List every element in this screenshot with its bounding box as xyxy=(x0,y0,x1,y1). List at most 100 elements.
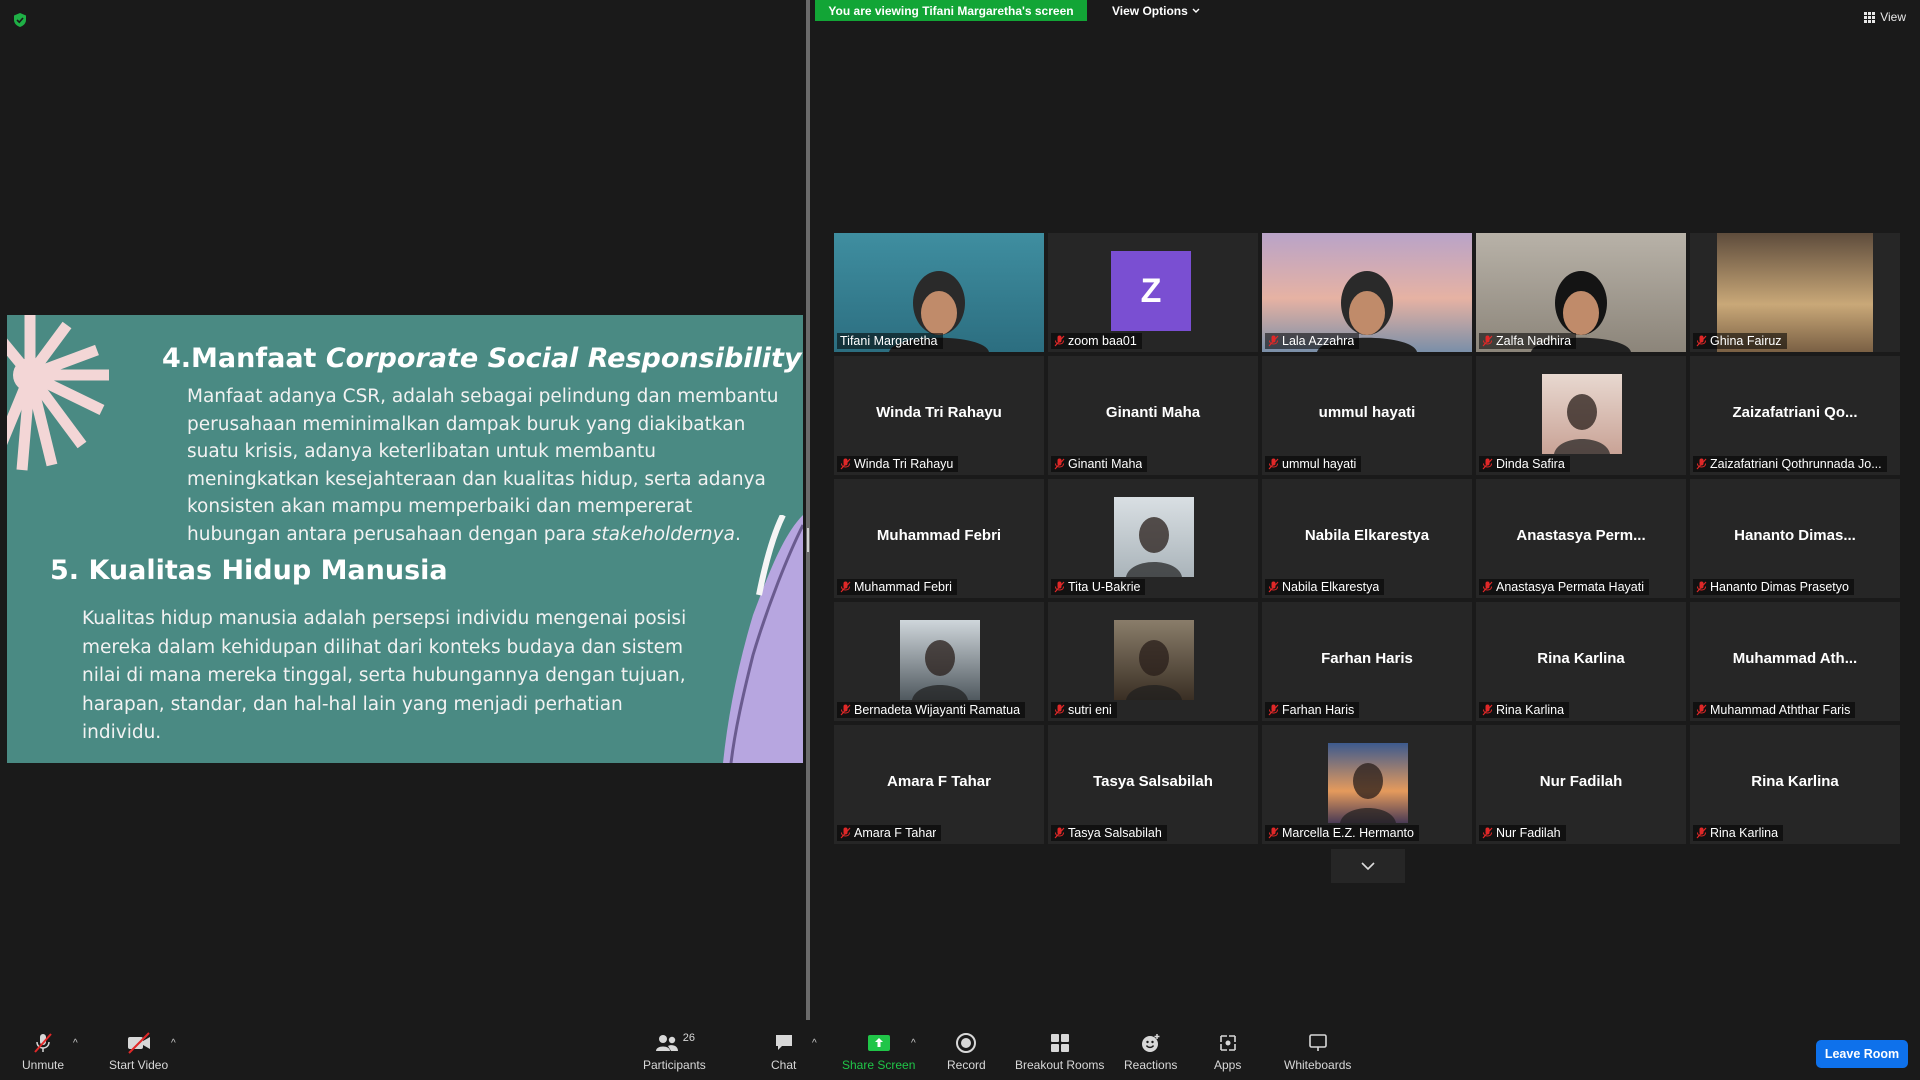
view-layout-button[interactable]: View xyxy=(1864,10,1906,24)
participants-count: 26 xyxy=(682,1032,695,1044)
participants-label: Participants xyxy=(643,1058,706,1072)
participant-tile[interactable]: Zalfa Nadhira xyxy=(1476,233,1686,352)
participant-tile[interactable]: Zaizafatriani Qo... Zaizafatriani Qothrun… xyxy=(1690,356,1900,475)
participant-display-name: Nur Fadilah xyxy=(1539,773,1623,790)
participant-tile[interactable]: Farhan Haris Farhan Haris xyxy=(1262,602,1472,721)
participant-name-text: Ginanti Maha xyxy=(1068,457,1143,471)
avatar: Z xyxy=(1111,251,1191,331)
microphone-muted-icon xyxy=(1696,827,1707,839)
participant-name-text: Marcella E.Z. Hermanto xyxy=(1282,826,1414,840)
microphone-muted-icon xyxy=(1482,581,1493,593)
participant-display-name: ummul hayati xyxy=(1318,404,1416,421)
participant-name-label: Winda Tri Rahayu xyxy=(837,456,959,472)
share-screen-label: Share Screen xyxy=(842,1058,916,1072)
participant-tile[interactable]: Tasya Salsabilah Tasya Salsabilah xyxy=(1048,725,1258,844)
participant-tile[interactable]: Ginanti Maha Ginanti Maha xyxy=(1048,356,1258,475)
participant-tile[interactable]: Rina Karlina Rina Karlina xyxy=(1690,725,1900,844)
microphone-muted-icon xyxy=(1054,827,1065,839)
participant-tile[interactable]: Rina Karlina Rina Karlina xyxy=(1476,602,1686,721)
chat-label: Chat xyxy=(771,1058,797,1072)
participant-tile[interactable]: Zzoom baa01 xyxy=(1048,233,1258,352)
microphone-muted-icon xyxy=(1268,458,1279,470)
microphone-muted-icon xyxy=(840,827,851,839)
split-divider[interactable] xyxy=(806,0,810,1020)
participant-name-text: Tasya Salsabilah xyxy=(1068,826,1162,840)
view-options-button[interactable]: View Options xyxy=(1100,0,1212,21)
participant-display-name: Anastasya Perm... xyxy=(1516,527,1646,544)
start-video-button[interactable]: Start Video xyxy=(109,1032,168,1072)
participant-name-text: Amara F Tahar xyxy=(854,826,937,840)
participant-name-text: Tifani Margaretha xyxy=(840,334,938,348)
participant-tile[interactable]: Tita U-Bakrie xyxy=(1048,479,1258,598)
participant-tile[interactable]: Anastasya Perm... Anastasya Permata Hayat… xyxy=(1476,479,1686,598)
participant-display-name: Farhan Haris xyxy=(1321,650,1413,667)
microphone-muted-icon xyxy=(1482,335,1493,347)
participant-name-text: Winda Tri Rahayu xyxy=(854,457,954,471)
gallery-next-page-button[interactable] xyxy=(1331,849,1405,883)
participants-button[interactable]: 26 Participants xyxy=(643,1032,706,1072)
whiteboard-icon xyxy=(1308,1034,1327,1051)
microphone-muted-icon xyxy=(840,581,851,593)
participant-gallery: Tifani Margaretha Zzoom baa01 Lala Azzahra… xyxy=(834,233,1900,844)
participant-tile[interactable]: Dinda Safira xyxy=(1476,356,1686,475)
participant-tile[interactable]: Tifani Margaretha xyxy=(834,233,1044,352)
record-button[interactable]: Record xyxy=(947,1032,986,1072)
start-video-label: Start Video xyxy=(109,1058,169,1072)
unmute-button[interactable]: Unmute xyxy=(22,1032,64,1072)
participant-tile[interactable]: Muhammad Febri Muhammad Febri xyxy=(834,479,1044,598)
participant-tile[interactable]: Ghina Fairuz xyxy=(1690,233,1900,352)
participant-name-text: Zaizafatriani Qothrunnada Jo... xyxy=(1710,457,1882,471)
leave-room-button[interactable]: Leave Room xyxy=(1816,1040,1908,1068)
view-options-label: View Options xyxy=(1112,3,1188,18)
chat-bubble-icon xyxy=(775,1035,792,1050)
participant-name-text: Ghina Fairuz xyxy=(1710,334,1782,348)
microphone-muted-icon xyxy=(1268,581,1279,593)
profile-picture xyxy=(1114,497,1194,577)
reactions-button[interactable]: Reactions xyxy=(1124,1032,1177,1072)
participant-tile[interactable]: Marcella E.Z. Hermanto xyxy=(1262,725,1472,844)
participant-name-label: zoom baa01 xyxy=(1051,333,1142,349)
participant-tile[interactable]: Amara F Tahar Amara F Tahar xyxy=(834,725,1044,844)
chat-options-caret[interactable]: ^ xyxy=(812,1038,817,1049)
participant-name-label: Muhammad Aththar Faris xyxy=(1693,702,1856,718)
participant-name-label: Zaizafatriani Qothrunnada Jo... xyxy=(1693,456,1887,472)
breakout-rooms-button[interactable]: Breakout Rooms xyxy=(1015,1032,1104,1072)
participant-tile[interactable]: Winda Tri Rahayu Winda Tri Rahayu xyxy=(834,356,1044,475)
profile-picture xyxy=(1328,743,1408,823)
participant-name-label: Bernadeta Wijayanti Ramatua xyxy=(837,702,1026,718)
share-screen-button[interactable]: Share Screen xyxy=(842,1032,915,1072)
encryption-shield-icon[interactable] xyxy=(12,12,28,28)
view-label: View xyxy=(1880,10,1906,24)
participant-tile[interactable]: Hananto Dimas... Hananto Dimas Prasetyo xyxy=(1690,479,1900,598)
whiteboards-button[interactable]: Whiteboards xyxy=(1284,1032,1351,1072)
audio-options-caret[interactable]: ^ xyxy=(73,1038,78,1049)
microphone-muted-icon xyxy=(1054,458,1065,470)
participant-tile[interactable]: Nabila Elkarestya Nabila Elkarestya xyxy=(1262,479,1472,598)
video-camera-off-icon xyxy=(127,1032,150,1054)
share-options-caret[interactable]: ^ xyxy=(911,1038,916,1049)
microphone-muted-icon xyxy=(1054,581,1065,593)
video-options-caret[interactable]: ^ xyxy=(171,1038,176,1049)
apps-button[interactable]: Apps xyxy=(1214,1032,1241,1072)
participant-name-label: Tasya Salsabilah xyxy=(1051,825,1167,841)
participant-name-label: Lala Azzahra xyxy=(1265,333,1360,349)
slide-heading-4: 4.Manfaat Corporate Social Responsibilit… xyxy=(162,343,802,374)
participant-tile[interactable]: ummul hayati ummul hayati xyxy=(1262,356,1472,475)
participant-name-text: ummul hayati xyxy=(1282,457,1357,471)
participant-display-name: Rina Karlina xyxy=(1751,773,1839,790)
participant-name-label: Muhammad Febri xyxy=(837,579,957,595)
participant-name-text: Dinda Safira xyxy=(1496,457,1565,471)
profile-picture xyxy=(1114,620,1194,700)
participant-tile[interactable]: Lala Azzahra xyxy=(1262,233,1472,352)
participant-name-label: Anastasya Permata Hayati xyxy=(1479,579,1649,595)
microphone-muted-icon xyxy=(840,704,851,716)
microphone-muted-icon xyxy=(1268,704,1279,716)
participant-name-label: Zalfa Nadhira xyxy=(1479,333,1577,349)
participant-tile[interactable]: sutri eni xyxy=(1048,602,1258,721)
participant-tile[interactable]: Nur Fadilah Nur Fadilah xyxy=(1476,725,1686,844)
microphone-muted-icon xyxy=(1268,827,1279,839)
divider-drag-handle[interactable] xyxy=(807,528,809,552)
participant-tile[interactable]: Bernadeta Wijayanti Ramatua xyxy=(834,602,1044,721)
participant-tile[interactable]: Muhammad Ath... Muhammad Aththar Faris xyxy=(1690,602,1900,721)
chat-button[interactable]: Chat xyxy=(771,1032,796,1072)
